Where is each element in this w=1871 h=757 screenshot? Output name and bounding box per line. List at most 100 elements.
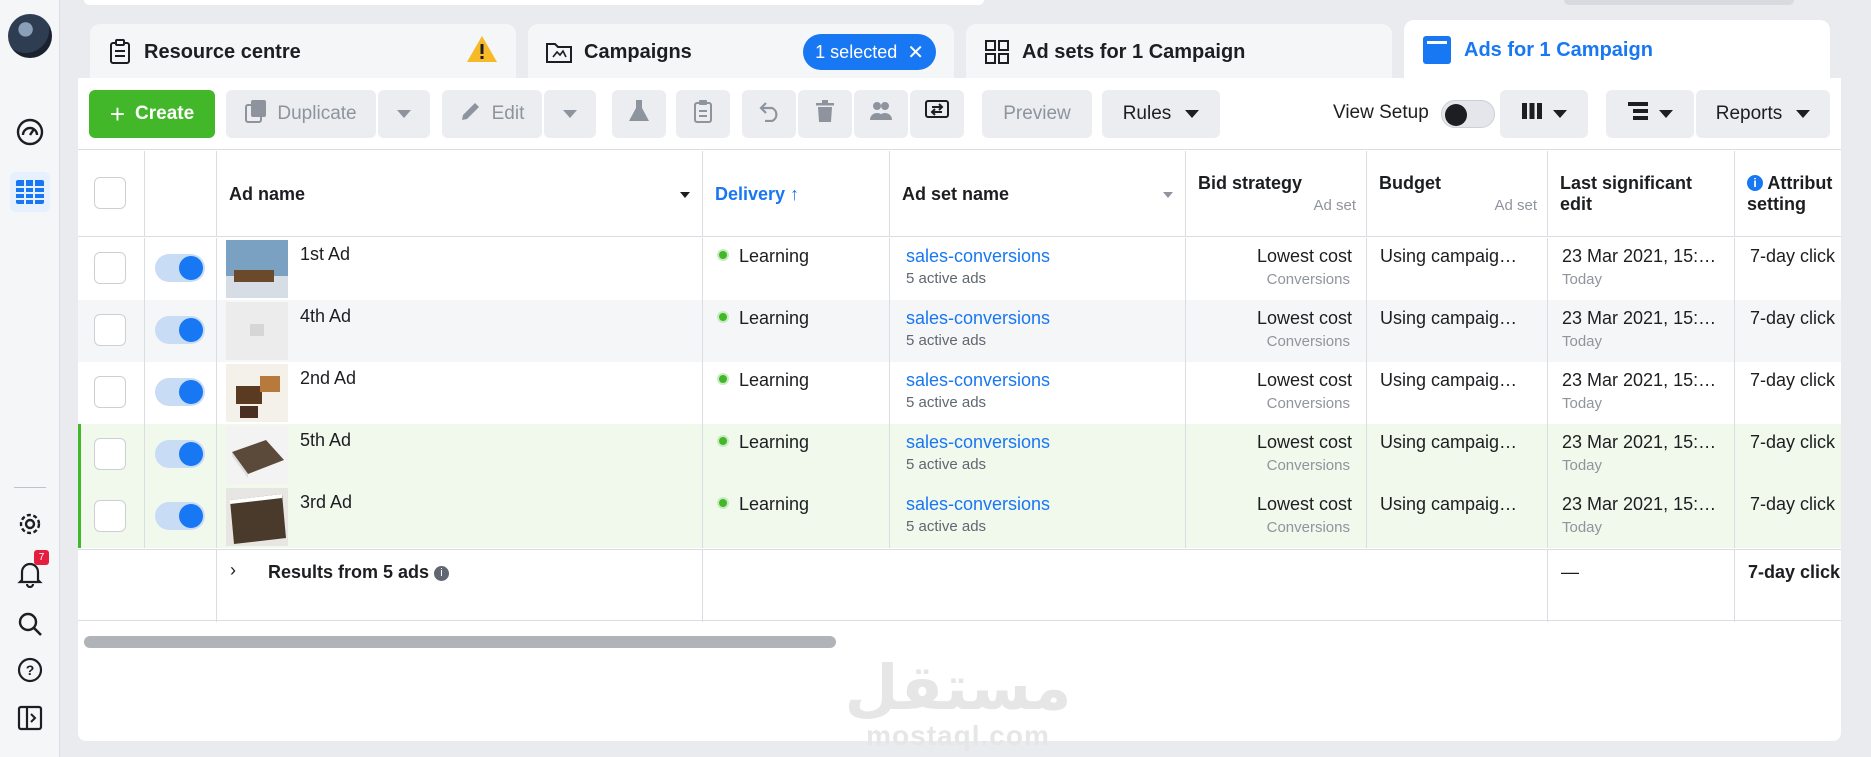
ad-name[interactable]: 1st Ad bbox=[300, 244, 350, 265]
ad-name[interactable]: 3rd Ad bbox=[300, 492, 352, 513]
tab-campaigns[interactable]: Campaigns 1 selected ✕ bbox=[528, 24, 954, 80]
ad-name[interactable]: 4th Ad bbox=[300, 306, 351, 327]
last-edit-sub: Today bbox=[1562, 395, 1603, 412]
ad-thumbnail[interactable] bbox=[226, 364, 288, 422]
header-budget[interactable]: Budget Ad set bbox=[1366, 151, 1547, 237]
notification-badge: 7 bbox=[34, 550, 49, 565]
row-checkbox[interactable] bbox=[94, 438, 126, 470]
undo-icon bbox=[757, 100, 781, 128]
tab-label: Ads for 1 Campaign bbox=[1464, 38, 1653, 61]
edit-button[interactable]: Edit bbox=[442, 90, 542, 138]
gauge-icon[interactable] bbox=[10, 112, 50, 152]
delivery-status: Learning bbox=[739, 246, 810, 266]
ad-on-off-toggle[interactable] bbox=[155, 502, 205, 530]
search-icon[interactable] bbox=[10, 604, 50, 644]
reports-dropdown[interactable]: Reports bbox=[1696, 90, 1830, 138]
ad-on-off-toggle[interactable] bbox=[155, 378, 205, 406]
select-all-checkbox[interactable] bbox=[94, 177, 126, 209]
learning-status-dot bbox=[717, 435, 729, 447]
info-icon[interactable]: i bbox=[434, 566, 449, 581]
last-edit: 23 Mar 2021, 15:… bbox=[1562, 308, 1717, 328]
mostaql-watermark: مستقل mostaql.com bbox=[844, 654, 1072, 752]
table-header: Ad name Delivery ↑ Ad set name Bid strat… bbox=[78, 151, 1841, 237]
help-icon[interactable]: ? bbox=[10, 650, 50, 690]
clipboard-icon bbox=[108, 39, 132, 65]
warning-icon[interactable] bbox=[466, 35, 498, 69]
pencil-icon bbox=[460, 100, 482, 128]
view-setup-label: View Setup bbox=[1333, 102, 1429, 123]
view-setup-toggle[interactable] bbox=[1441, 100, 1495, 128]
adset-active-ads: 5 active ads bbox=[906, 270, 987, 287]
ad-thumbnail[interactable] bbox=[226, 426, 288, 484]
adset-link[interactable]: sales-conversions bbox=[906, 494, 1050, 515]
ad-thumbnail[interactable] bbox=[226, 240, 288, 298]
ad-thumbnail[interactable] bbox=[226, 488, 288, 546]
bell-icon[interactable]: 7 bbox=[10, 550, 50, 594]
row-checkbox[interactable] bbox=[94, 376, 126, 408]
adset-link[interactable]: sales-conversions bbox=[906, 370, 1050, 391]
row-checkbox[interactable] bbox=[94, 314, 126, 346]
preview-button[interactable]: Preview bbox=[982, 90, 1092, 138]
people-icon bbox=[869, 100, 893, 128]
chevron-down-icon bbox=[1163, 192, 1173, 198]
rules-dropdown[interactable]: Rules bbox=[1102, 90, 1220, 138]
last-edit-sub: Today bbox=[1562, 519, 1603, 536]
table-row[interactable]: 3rd Ad Learning sales-conversions 5 acti… bbox=[78, 486, 1841, 548]
breakdown-dropdown[interactable] bbox=[1606, 90, 1694, 138]
audience-button[interactable] bbox=[854, 90, 908, 138]
adset-link[interactable]: sales-conversions bbox=[906, 308, 1050, 329]
adset-link[interactable]: sales-conversions bbox=[906, 432, 1050, 453]
chevron-right-icon[interactable]: › bbox=[230, 560, 236, 581]
duplicate-button[interactable]: Duplicate bbox=[226, 90, 376, 138]
ab-test-button[interactable] bbox=[612, 90, 666, 138]
table-row[interactable]: 1st Ad Learning sales-conversions 5 acti… bbox=[78, 238, 1841, 300]
attribution: 7-day click bbox=[1750, 308, 1836, 328]
profile-avatar[interactable] bbox=[8, 14, 52, 58]
tab-ads[interactable]: Ads for 1 Campaign bbox=[1404, 20, 1830, 80]
table-row[interactable]: 4th Ad Learning sales-conversions 5 acti… bbox=[78, 300, 1841, 362]
ad-name[interactable]: 2nd Ad bbox=[300, 368, 356, 389]
ad-on-off-toggle[interactable] bbox=[155, 254, 205, 282]
adset-link[interactable]: sales-conversions bbox=[906, 246, 1050, 267]
ad-on-off-toggle[interactable] bbox=[155, 316, 205, 344]
table-row[interactable]: 5th Ad Learning sales-conversions 5 acti… bbox=[78, 424, 1841, 486]
undo-button[interactable] bbox=[742, 90, 796, 138]
create-button[interactable]: + Create bbox=[89, 90, 215, 138]
row-checkbox[interactable] bbox=[94, 500, 126, 532]
info-icon: i bbox=[1747, 175, 1763, 191]
header-last-edit[interactable]: Last significant edit bbox=[1547, 151, 1734, 237]
header-attribution[interactable]: i Attribut setting bbox=[1734, 151, 1841, 237]
bid-strategy: Lowest cost bbox=[1256, 308, 1352, 328]
budget: Using campaig… bbox=[1380, 308, 1518, 328]
edit-dropdown[interactable] bbox=[544, 90, 596, 138]
duplicate-dropdown[interactable] bbox=[378, 90, 430, 138]
columns-dropdown[interactable] bbox=[1500, 90, 1588, 138]
chevron-down-icon bbox=[1185, 110, 1200, 118]
clipboard-button[interactable] bbox=[676, 90, 730, 138]
horizontal-scrollbar[interactable] bbox=[84, 636, 836, 648]
bid-strategy-sub: Conversions bbox=[1266, 271, 1350, 288]
adsets-grid-icon bbox=[984, 39, 1010, 65]
close-icon[interactable]: ✕ bbox=[907, 40, 924, 65]
ad-on-off-toggle[interactable] bbox=[155, 440, 205, 468]
delete-button[interactable] bbox=[798, 90, 852, 138]
header-bid-strategy[interactable]: Bid strategy Ad set bbox=[1185, 151, 1366, 237]
header-toggle-col bbox=[144, 151, 216, 237]
header-ad-name[interactable]: Ad name bbox=[216, 151, 702, 237]
top-scroll-area bbox=[84, 0, 1839, 6]
ad-thumbnail[interactable] bbox=[226, 302, 288, 360]
tab-resource-centre[interactable]: Resource centre bbox=[90, 24, 516, 80]
tab-ad-sets[interactable]: Ad sets for 1 Campaign bbox=[966, 24, 1392, 80]
row-checkbox[interactable] bbox=[94, 252, 126, 284]
ad-name[interactable]: 5th Ad bbox=[300, 430, 351, 451]
table-row[interactable]: 2nd Ad Learning sales-conversions 5 acti… bbox=[78, 362, 1841, 424]
selected-count: 1 selected bbox=[815, 41, 898, 62]
compare-button[interactable] bbox=[910, 90, 964, 138]
selected-filter-pill[interactable]: 1 selected ✕ bbox=[803, 34, 936, 70]
toolbar: + Create Duplicate Edit Preview Rules Vi… bbox=[78, 78, 1841, 150]
panel-toggle-icon[interactable] bbox=[10, 698, 50, 738]
gear-icon[interactable] bbox=[10, 504, 50, 544]
table-grid-icon[interactable] bbox=[10, 172, 50, 212]
header-adset-name[interactable]: Ad set name bbox=[889, 151, 1185, 237]
header-delivery[interactable]: Delivery ↑ bbox=[702, 151, 889, 237]
